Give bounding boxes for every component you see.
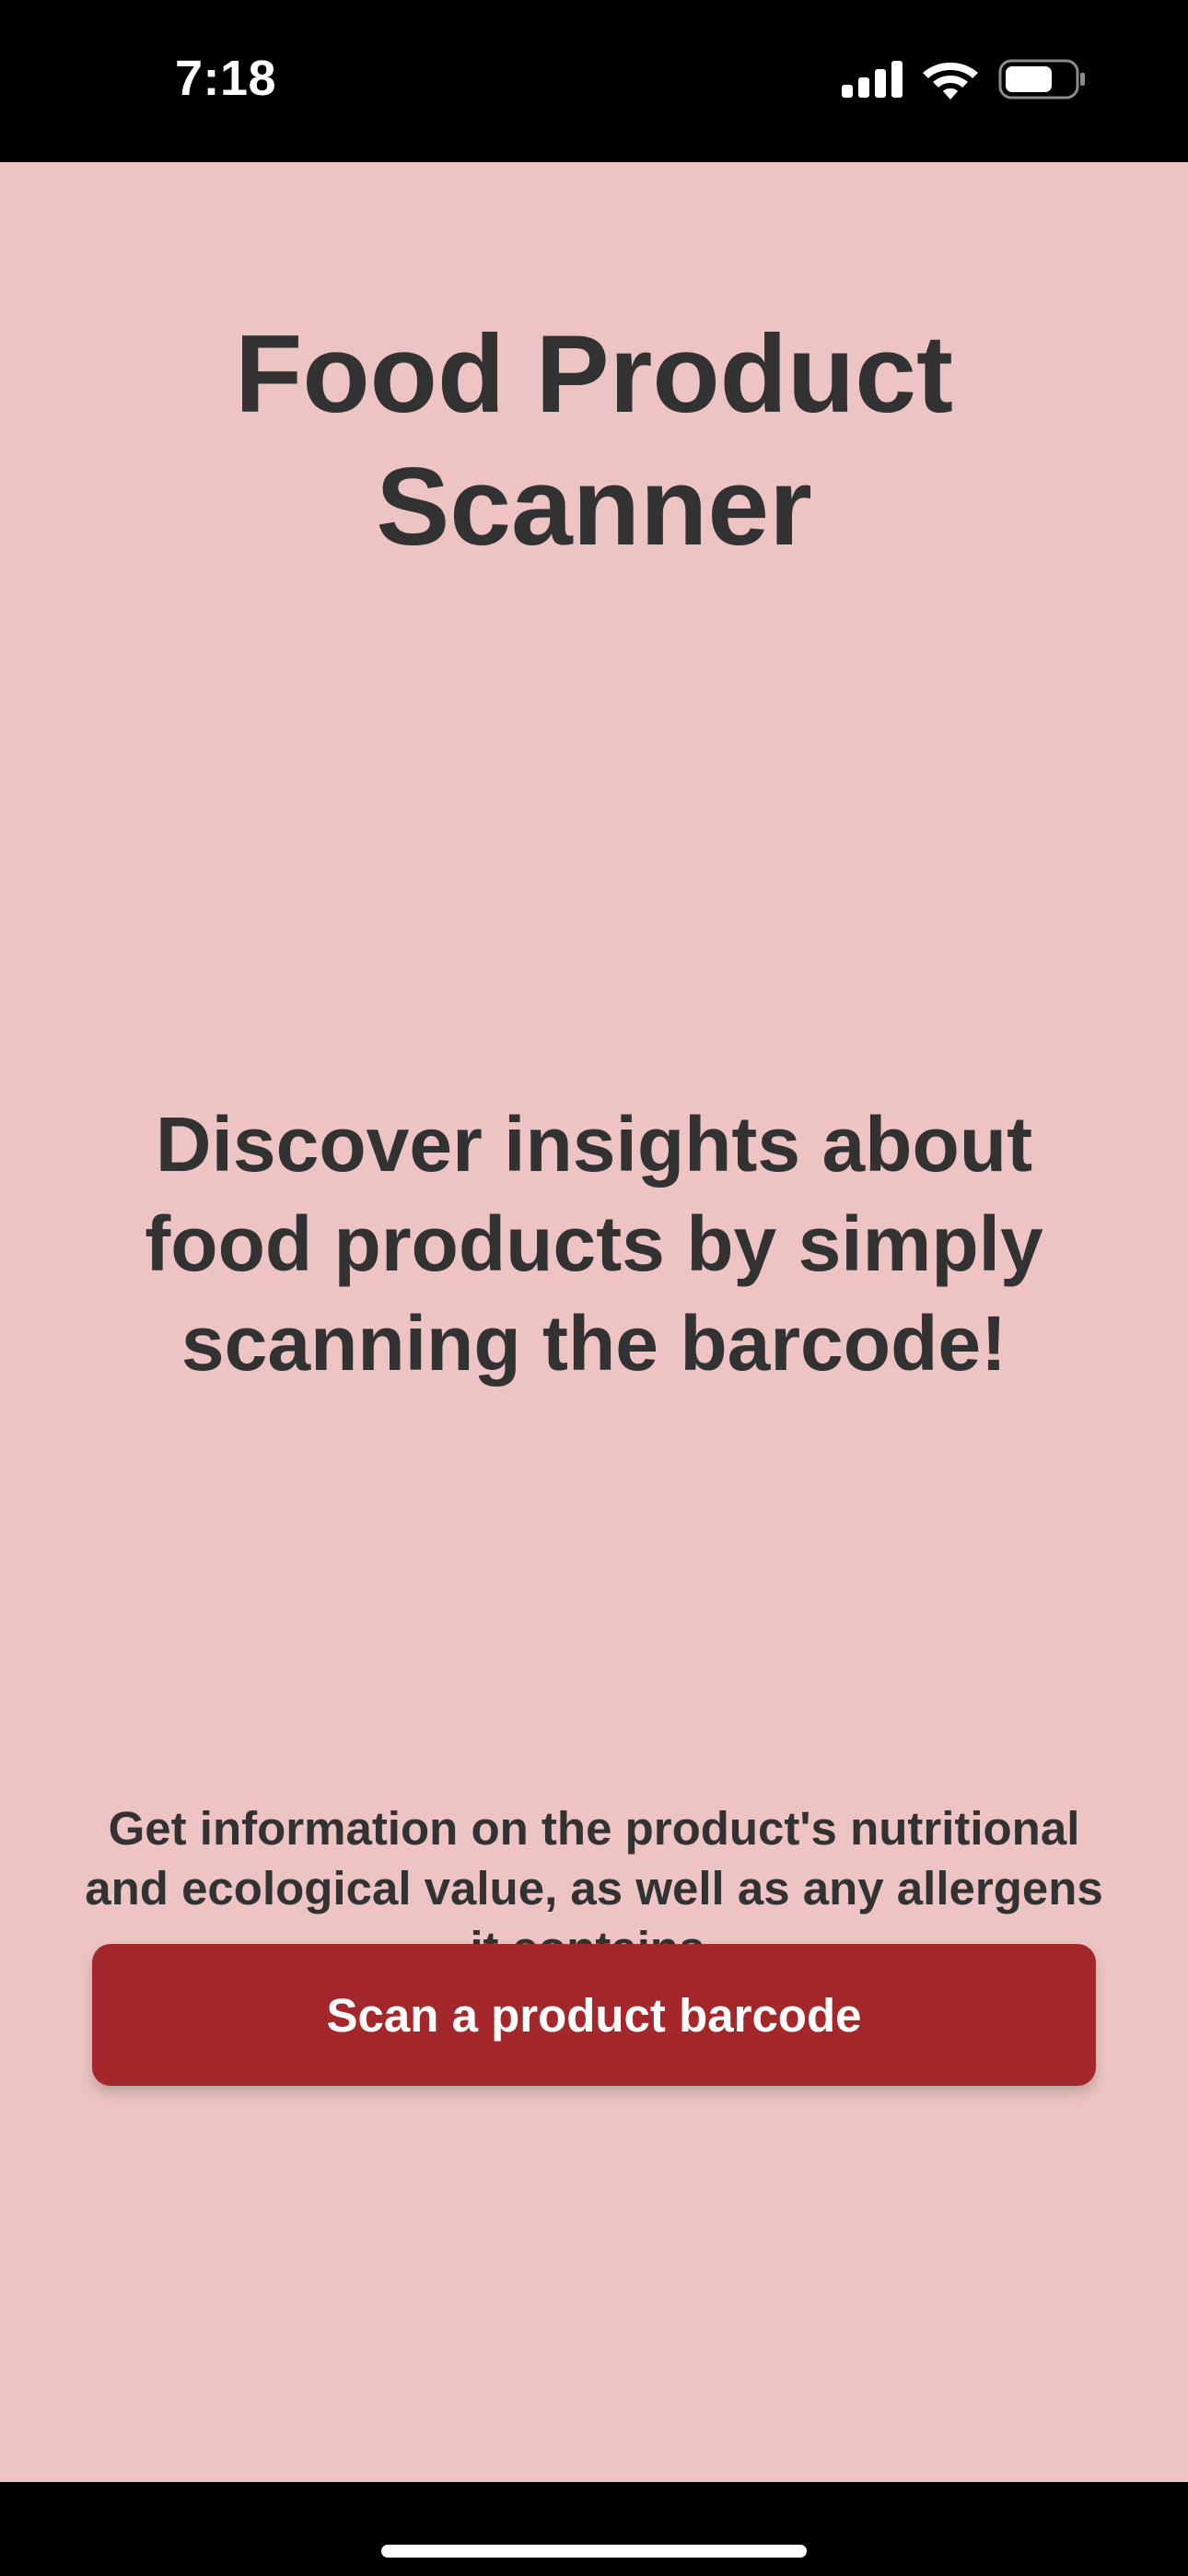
- app-screen: 7:18 Food Product Scanner Discover insig…: [0, 0, 1188, 2576]
- status-bar: 7:18: [0, 0, 1188, 162]
- page-title: Food Product Scanner: [235, 312, 953, 568]
- wifi-icon: [923, 63, 978, 100]
- home-indicator-bar: [0, 2482, 1188, 2576]
- scan-barcode-button-label: Scan a product barcode: [326, 1988, 862, 2042]
- battery-icon: [998, 59, 1085, 100]
- scan-barcode-button[interactable]: Scan a product barcode: [92, 1944, 1096, 2086]
- tagline: Discover insights about food products by…: [145, 1101, 1043, 1387]
- home-content: Food Product Scanner Discover insights a…: [0, 162, 1188, 2482]
- home-indicator[interactable]: [381, 2545, 807, 2558]
- cellular-signal-icon: [842, 61, 903, 98]
- status-time: 7:18: [175, 51, 277, 106]
